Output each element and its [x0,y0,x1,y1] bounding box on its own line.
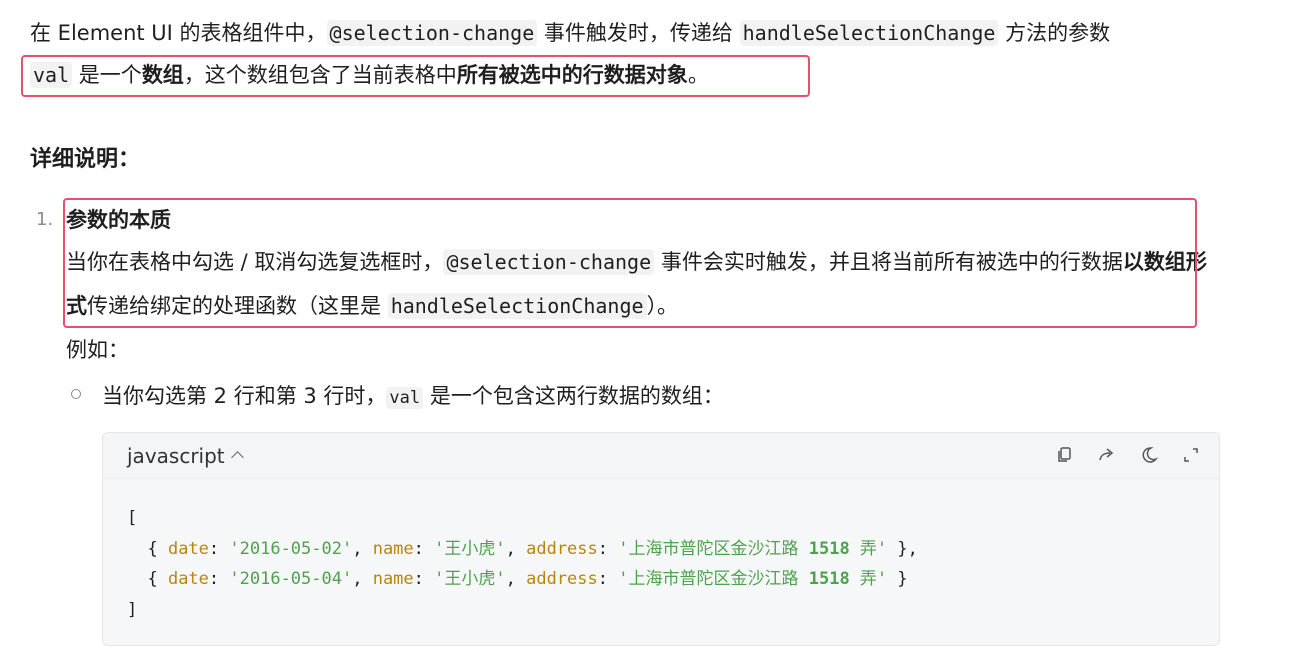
code-string: 弄' [849,569,888,589]
inline-code-val: val [386,387,424,409]
code-punct: } [887,569,908,589]
theme-moon-icon[interactable] [1139,445,1159,465]
expand-icon[interactable] [1181,445,1201,465]
inline-code-event: @selection-change [326,20,538,46]
code-toolbar [1055,445,1201,465]
code-key: name [372,538,414,559]
share-icon[interactable] [1097,445,1117,465]
code-key: date [167,538,209,559]
bullet-circle-icon [71,389,81,399]
bullet-item: 当你勾选第 2 行和第 3 行时， val 是一个包含这两行数据的数组： [102,378,724,416]
code-string: '上海市普陀区金沙江路 [618,538,809,559]
code-key: address [526,569,598,589]
code-key: address [526,538,598,559]
language-toggle[interactable]: javascript [127,442,244,470]
bullet-text: 当你勾选第 2 行和第 3 行时， [102,384,387,408]
highlight-box-intro [21,55,810,97]
code-key: name [372,569,414,589]
code-key: date [167,569,209,589]
code-string: '王小虎' [434,538,506,559]
code-block: javascript [ { date: '2016-05-02', name:… [102,432,1220,646]
code-string: '王小虎' [434,569,506,589]
highlight-box-list-item [63,198,1197,328]
bullet-text: 是一个包含这两行数据的数组： [423,384,724,408]
code-string: '2016-05-04' [229,569,353,589]
code-line: { date: '2016-05-04', name: '王小虎', addre… [127,569,908,589]
language-label: javascript [127,444,225,468]
section-heading: 详细说明： [30,147,141,172]
intro-text: 方法的参数 [998,21,1111,45]
code-string: '2016-05-02' [229,538,353,559]
example-label: 例如： [66,338,129,362]
code-line: [ [127,508,138,528]
code-string: '上海市普陀区金沙江路 [618,569,809,589]
chevron-up-icon [230,451,244,464]
code-punct: }, [887,538,918,559]
intro-text: 在 Element UI 的表格组件中， [30,21,327,45]
code-string: 弄' [849,538,888,559]
code-line: ] [127,599,138,620]
list-number: 1. [36,209,54,230]
code-block-header: javascript [103,433,1219,479]
code-line: { date: '2016-05-02', name: '王小虎', addre… [127,538,918,559]
inline-code-method: handleSelectionChange [739,20,999,46]
copy-icon[interactable] [1055,445,1075,465]
intro-text: 事件触发时，传递给 [537,21,740,45]
code-content: [ { date: '2016-05-02', name: '王小虎', add… [127,503,918,625]
code-number: 1518 [808,538,850,559]
code-number: 1518 [808,569,850,589]
